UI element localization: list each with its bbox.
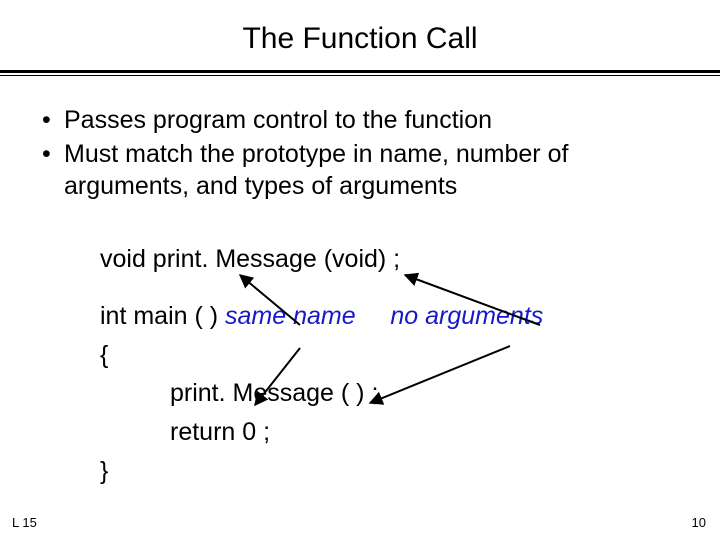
code-block: void print. Message (void) ; int main ( … — [100, 240, 700, 491]
annotation-same-name: same name — [225, 302, 356, 330]
slide-title: The Function Call — [0, 0, 720, 70]
title-divider — [0, 70, 720, 76]
code-main-sig: int main ( ) — [100, 302, 225, 330]
bullet-list: Passes program control to the function M… — [42, 104, 720, 202]
code-spacer — [100, 279, 700, 297]
footer-right: 10 — [692, 515, 706, 530]
code-main-row: int main ( ) same name no arguments — [100, 297, 700, 336]
code-prototype: void print. Message (void) ; — [100, 240, 700, 279]
code-gap — [356, 302, 391, 330]
bullet-item: Must match the prototype in name, number… — [42, 138, 720, 202]
code-brace-open: { — [100, 336, 700, 375]
bullet-item: Passes program control to the function — [42, 104, 720, 136]
divider-thin — [0, 75, 720, 76]
code-return: return 0 ; — [100, 413, 700, 452]
code-call: print. Message ( ) ; — [100, 374, 700, 413]
footer-left: L 15 — [12, 515, 37, 530]
divider-thick — [0, 70, 720, 73]
slide: The Function Call Passes program control… — [0, 0, 720, 540]
annotation-no-arguments: no arguments — [390, 302, 543, 330]
code-brace-close: } — [100, 452, 700, 491]
